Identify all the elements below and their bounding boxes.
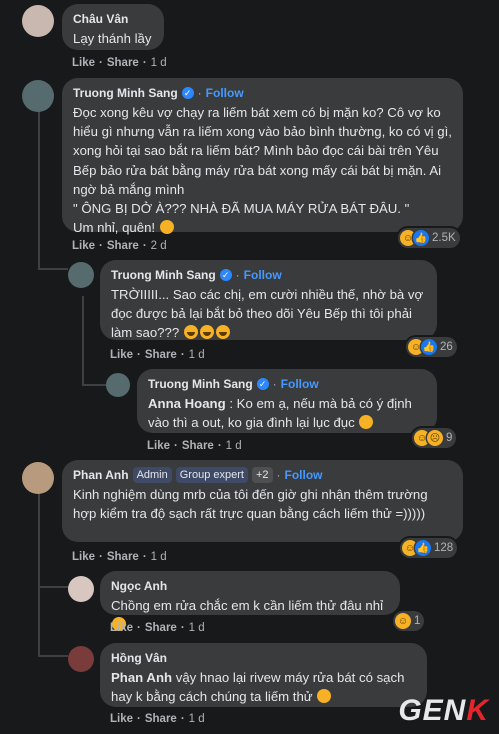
reaction-count: 9 <box>446 432 453 444</box>
comment-author[interactable]: Truong Minh Sang <box>111 267 216 283</box>
grinning-sweat-emoji-icon <box>159 220 174 235</box>
comment-text: Lạy thánh lầy <box>73 31 152 46</box>
comment-time[interactable]: 1 d <box>189 713 205 725</box>
reaction-count: 2.5K <box>432 232 456 244</box>
reply-bubble: Ngọc Anh Chồng em rửa chắc em k cần liếm… <box>100 571 400 632</box>
comment-bubble: Châu Vân Lạy thánh lầy <box>62 4 164 50</box>
reply-bubble: Truong Minh Sang ✓ · Follow TRỜIIIII... … <box>100 260 437 340</box>
like-reaction-icon: 👍 <box>421 339 437 355</box>
like-reaction-icon: 👍 <box>415 540 431 556</box>
crying-emoji-icon <box>215 325 230 340</box>
share-button[interactable]: Share <box>145 713 177 725</box>
follow-button[interactable]: Follow <box>206 85 244 101</box>
share-button[interactable]: Share <box>107 240 139 252</box>
comment-text: Kinh nghiệm dùng mrb của tôi đến giờ ghi… <box>73 487 432 522</box>
comment-actions: Like · Share · 1 d <box>72 551 167 563</box>
reaction-summary[interactable]: ☺ 👍 26 <box>406 337 457 357</box>
verified-badge-icon: ✓ <box>219 269 232 281</box>
sad-reaction-icon: ☹ <box>427 430 443 446</box>
genk-watermark-logo: GENK <box>398 694 489 727</box>
thread-line <box>82 296 84 386</box>
comment-bubble: Truong Minh Sang ✓ · Follow Đọc xong kêu… <box>62 78 463 236</box>
avatar[interactable] <box>106 373 130 397</box>
thread-line <box>38 586 68 588</box>
admin-badge[interactable]: Admin <box>132 467 172 483</box>
comment-time[interactable]: 1 d <box>189 622 205 634</box>
comment-author[interactable]: Truong Minh Sang <box>148 376 253 392</box>
like-button[interactable]: Like <box>110 622 133 634</box>
comment-time[interactable]: 1 d <box>189 349 205 361</box>
comment-author[interactable]: Châu Vân <box>73 11 128 27</box>
reply-bubble: Hồng Vân Phan Anh vậy hnao lại rivew máy… <box>100 643 427 707</box>
avatar[interactable] <box>22 80 54 112</box>
comment-actions: Like · Share · 1 d <box>147 440 242 452</box>
verified-badge-icon: ✓ <box>181 87 194 99</box>
crying-emoji-icon <box>199 325 214 340</box>
group-expert-badge[interactable]: Group expert <box>175 467 248 483</box>
comment-actions: Like · Share · 1 d <box>110 713 205 725</box>
thread-line <box>38 268 68 270</box>
avatar[interactable] <box>68 576 94 602</box>
share-button[interactable]: Share <box>182 440 214 452</box>
like-button[interactable]: Like <box>110 349 133 361</box>
comment-actions: Like · Share · 1 d <box>110 349 205 361</box>
reply-bubble: Truong Minh Sang ✓ · Follow Anna Hoang :… <box>137 369 437 433</box>
like-button[interactable]: Like <box>147 440 170 452</box>
more-badges[interactable]: +2 <box>251 467 273 483</box>
comment-time[interactable]: 2 d <box>151 240 167 252</box>
comment-author[interactable]: Truong Minh Sang <box>73 85 178 101</box>
like-button[interactable]: Like <box>72 57 95 69</box>
thread-line <box>38 490 40 657</box>
comment-time[interactable]: 1 d <box>226 440 242 452</box>
comment-text: Đọc xong kêu vợ chạy ra liếm bát xem có … <box>73 105 452 236</box>
thread-line <box>38 655 68 657</box>
like-button[interactable]: Like <box>72 240 95 252</box>
reaction-summary[interactable]: ☺ 1 <box>393 611 425 631</box>
comment-time[interactable]: 1 d <box>151 551 167 563</box>
like-button[interactable]: Like <box>72 551 95 563</box>
avatar[interactable] <box>68 262 94 288</box>
verified-badge-icon: ✓ <box>256 378 269 390</box>
avatar[interactable] <box>68 646 94 672</box>
comment-author[interactable]: Ngọc Anh <box>111 578 167 594</box>
share-button[interactable]: Share <box>107 57 139 69</box>
comment-text: TRỜIIIII... Sao các chị, em cười nhiều t… <box>111 287 427 341</box>
avatar[interactable] <box>22 462 54 494</box>
crying-emoji-icon <box>183 325 198 340</box>
share-button[interactable]: Share <box>145 622 177 634</box>
mention-link[interactable]: Anna Hoang <box>148 396 226 411</box>
reaction-summary[interactable]: ☺ ☹ 9 <box>412 428 457 448</box>
comment-actions: Like · Share · 1 d <box>110 622 205 634</box>
comment-actions: Like · Share · 1 d <box>72 57 167 69</box>
avatar[interactable] <box>22 5 54 37</box>
like-reaction-icon: 👍 <box>413 230 429 246</box>
reaction-count: 1 <box>414 615 421 627</box>
mention-link[interactable]: Phan Anh <box>111 670 172 685</box>
comment-author[interactable]: Phan Anh <box>73 467 129 483</box>
reaction-count: 26 <box>440 341 453 353</box>
grinning-sweat-emoji-icon <box>317 689 332 704</box>
haha-reaction-icon: ☺ <box>395 613 411 629</box>
comment-time[interactable]: 1 d <box>151 57 167 69</box>
grinning-sweat-emoji-icon <box>359 415 374 430</box>
reaction-summary[interactable]: ☺ 👍 2.5K <box>398 228 460 248</box>
comment-bubble: Phan Anh Admin Group expert +2 · Follow … <box>62 460 463 542</box>
follow-button[interactable]: Follow <box>244 267 282 283</box>
share-button[interactable]: Share <box>145 349 177 361</box>
reaction-count: 128 <box>434 542 454 554</box>
follow-button[interactable]: Follow <box>285 467 323 483</box>
like-button[interactable]: Like <box>110 713 133 725</box>
thread-line <box>82 384 106 386</box>
comment-author[interactable]: Hồng Vân <box>111 650 167 666</box>
comment-actions: Like · Share · 2 d <box>72 240 167 252</box>
follow-button[interactable]: Follow <box>281 376 319 392</box>
share-button[interactable]: Share <box>107 551 139 563</box>
comment-text: Chồng em rửa chắc em k cần liếm thử đâu … <box>111 598 384 613</box>
reaction-summary[interactable]: ☺ 👍 128 <box>400 538 458 558</box>
thread-line <box>38 110 40 270</box>
